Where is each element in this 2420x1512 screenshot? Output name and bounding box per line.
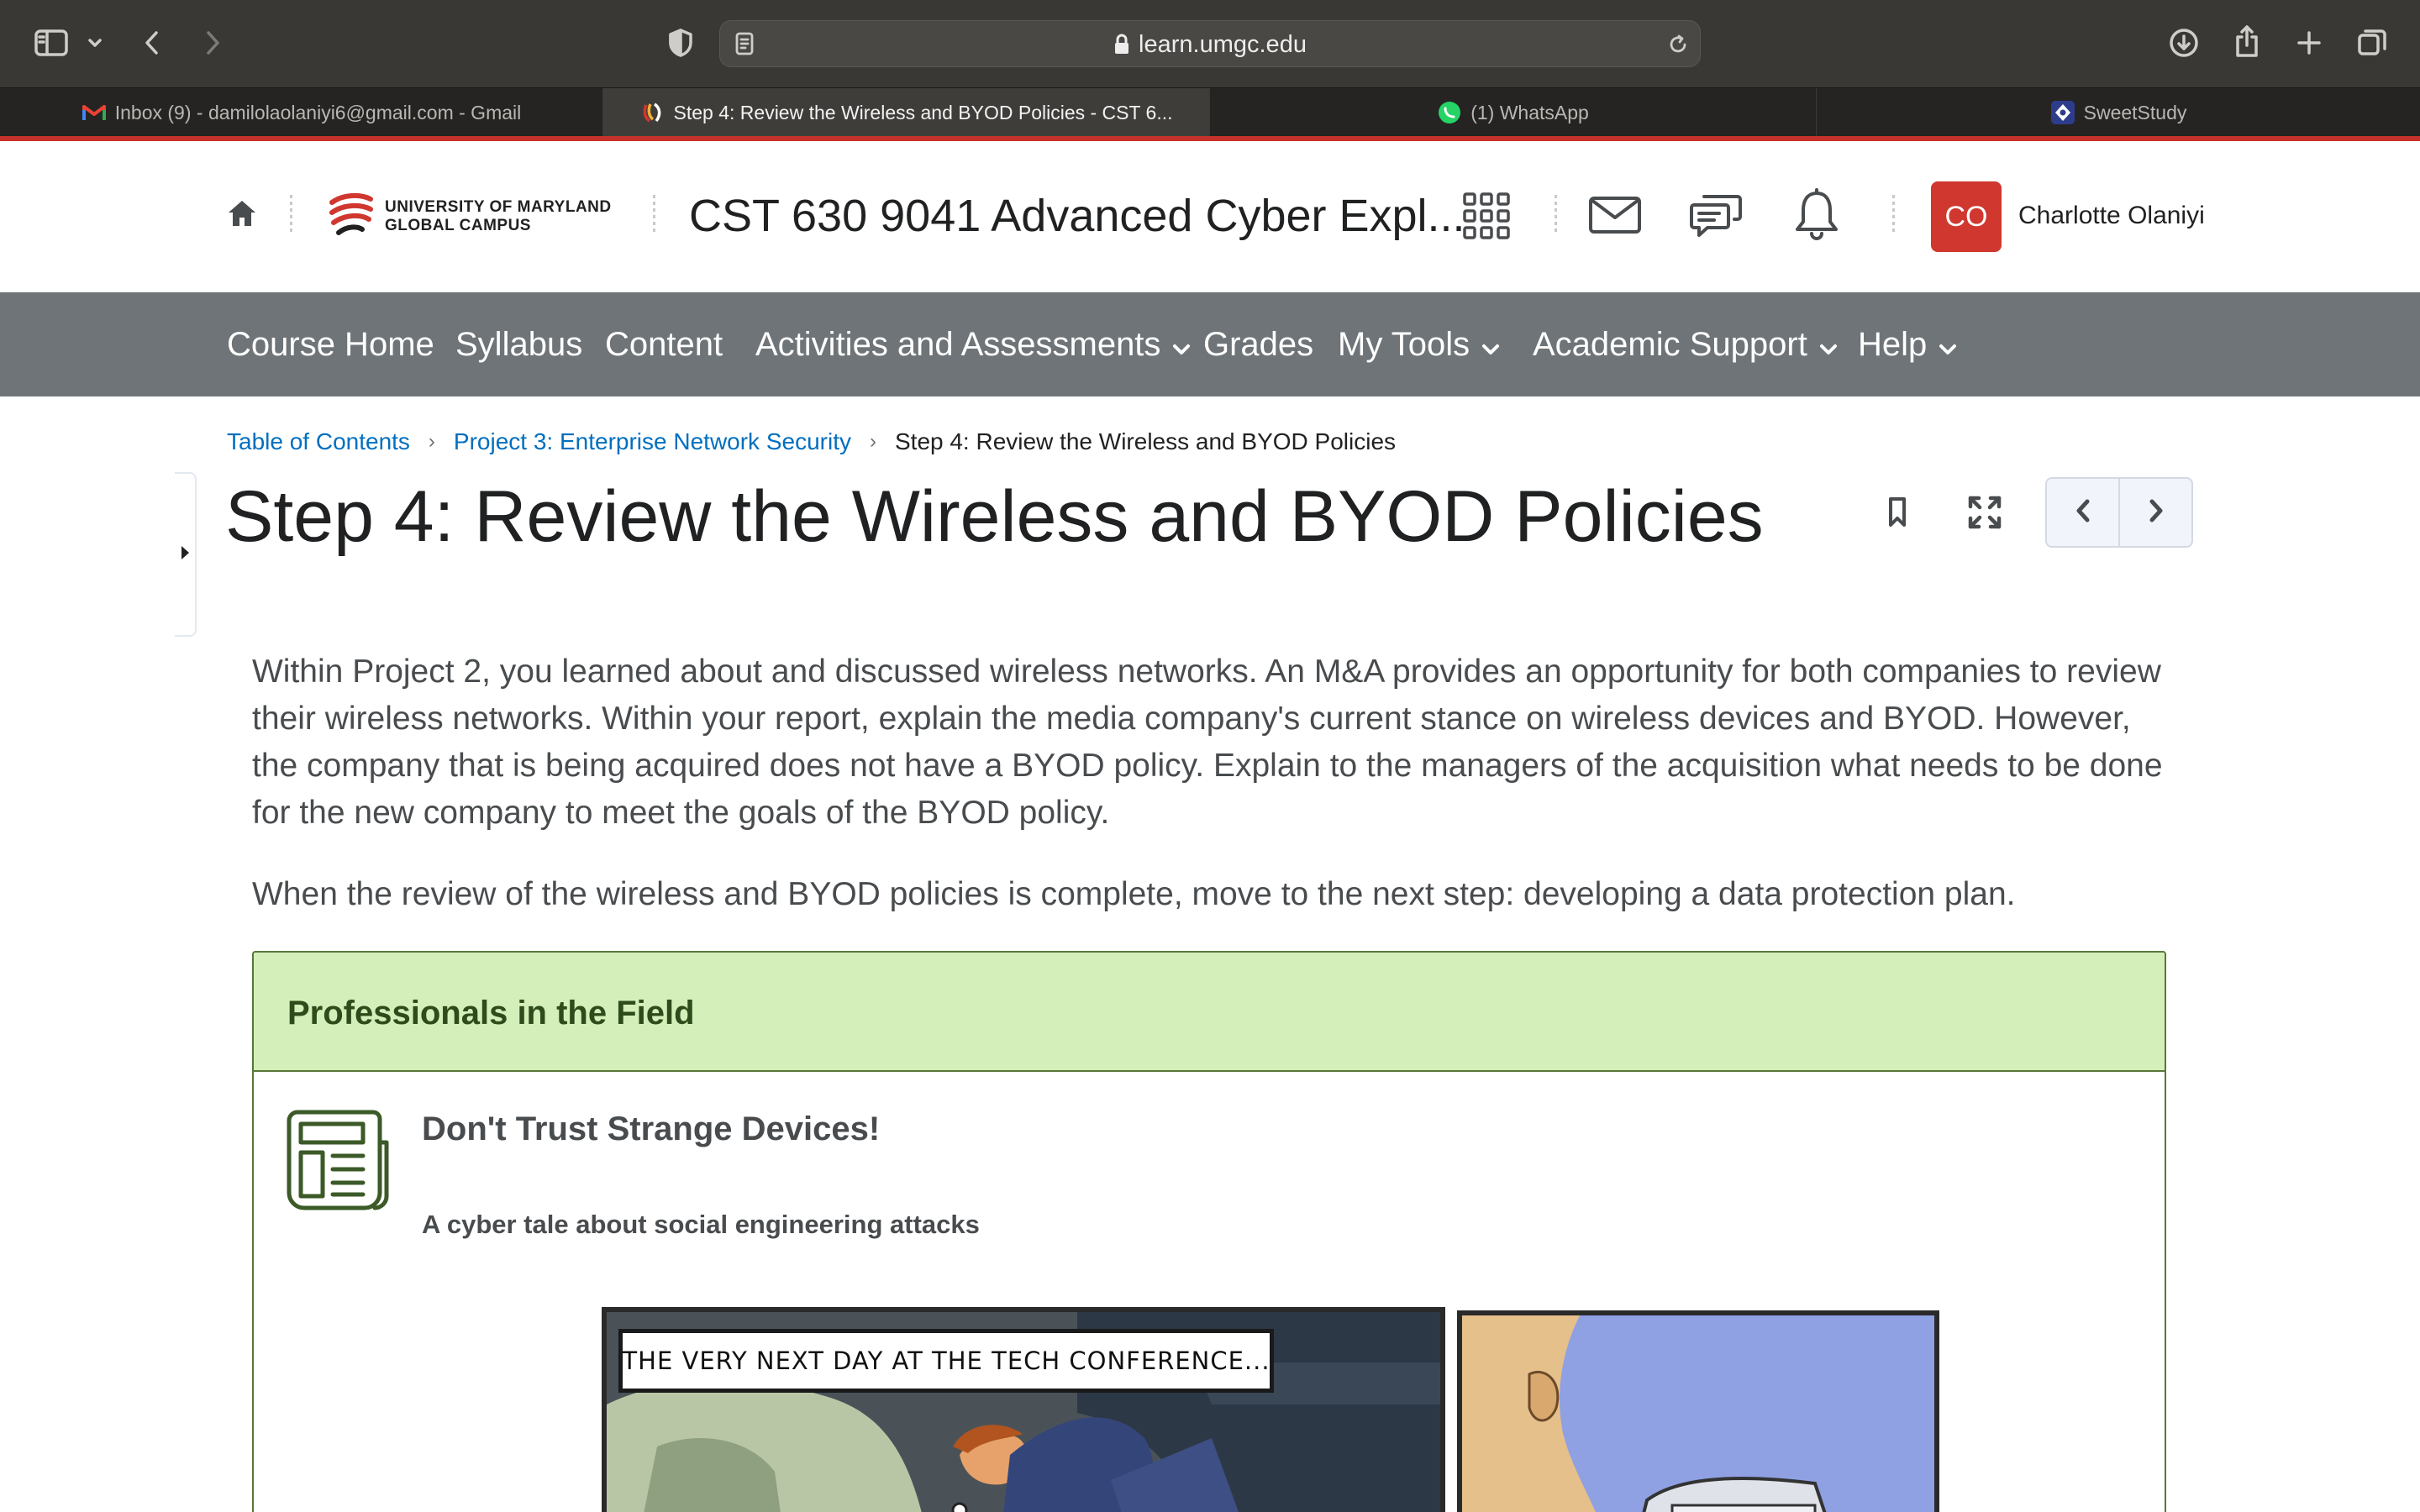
callout-header: Professionals in the Field bbox=[254, 953, 2165, 1072]
sidebar-toggle-icon[interactable] bbox=[32, 25, 71, 60]
downloads-icon[interactable] bbox=[2166, 25, 2202, 60]
user-name[interactable]: Charlotte Olaniyi bbox=[2018, 202, 2205, 230]
comic-caption: THE VERY NEXT DAY AT THE TECH CONFERENCE… bbox=[618, 1329, 1274, 1393]
course-selector-grid-icon[interactable] bbox=[1460, 190, 1512, 242]
new-tab-icon[interactable] bbox=[2292, 25, 2326, 60]
tab-whatsapp[interactable]: (1) WhatsApp bbox=[1210, 88, 1817, 137]
nav-syllabus[interactable]: Syllabus bbox=[455, 292, 582, 396]
header-divider bbox=[290, 195, 292, 234]
breadcrumb-separator-icon: › bbox=[428, 430, 435, 453]
comic-panel-1: THE VERY NEXT DAY AT THE TECH CONFERENCE… bbox=[602, 1307, 1445, 1512]
nav-my-tools[interactable]: My Tools bbox=[1338, 292, 1500, 396]
comic-strip-image: THE VERY NEXT DAY AT THE TECH CONFERENCE… bbox=[602, 1305, 1939, 1512]
tab-umgc-step4[interactable]: Step 4: Review the Wireless and BYOD Pol… bbox=[603, 88, 1210, 137]
chevron-down-icon[interactable] bbox=[84, 30, 106, 55]
notifications-bell-icon[interactable] bbox=[1791, 186, 1842, 242]
browser-toolbar: learn.umgc.edu bbox=[0, 0, 2420, 87]
chevron-right-icon bbox=[2148, 498, 2165, 528]
next-topic-button[interactable] bbox=[2118, 479, 2191, 546]
caret-right-icon bbox=[180, 544, 190, 565]
nav-label: Academic Support bbox=[1533, 325, 1807, 363]
logo-line-1: UNIVERSITY OF MARYLAND bbox=[385, 198, 612, 216]
nav-content[interactable]: Content bbox=[605, 292, 723, 396]
tab-label: SweetStudy bbox=[2083, 101, 2187, 123]
user-avatar[interactable]: CO bbox=[1931, 181, 2002, 252]
discussions-chat-icon[interactable] bbox=[1687, 188, 1744, 242]
nav-label: Help bbox=[1858, 325, 1928, 363]
callout-item-subtitle: A cyber tale about social engineering at… bbox=[422, 1210, 980, 1239]
breadcrumb-separator-icon: › bbox=[869, 430, 876, 453]
nav-course-home[interactable]: Course Home bbox=[227, 292, 434, 396]
gmail-icon bbox=[82, 100, 107, 125]
fullscreen-icon[interactable] bbox=[1965, 492, 2005, 533]
course-header: UNIVERSITY OF MARYLAND GLOBAL CAMPUS CST… bbox=[0, 141, 2420, 292]
umgc-logo-mark-icon bbox=[326, 190, 376, 242]
tab-strip: Inbox (9) - damilolaolaniyi6@gmail.com -… bbox=[0, 87, 2420, 137]
header-divider bbox=[653, 195, 655, 234]
callout-title: Professionals in the Field bbox=[287, 995, 695, 1032]
comic-panel-2 bbox=[1457, 1310, 1939, 1512]
header-divider bbox=[1892, 195, 1895, 234]
nav-help[interactable]: Help bbox=[1858, 292, 1957, 396]
mail-icon[interactable] bbox=[1586, 193, 1644, 237]
privacy-shield-icon[interactable] bbox=[664, 25, 697, 60]
nav-label: Course Home bbox=[227, 325, 434, 363]
newspaper-icon bbox=[286, 1109, 390, 1217]
nav-label: Content bbox=[605, 325, 723, 363]
whatsapp-icon bbox=[1437, 100, 1462, 125]
umgc-icon bbox=[640, 100, 666, 125]
chevron-down-icon bbox=[1819, 326, 1838, 364]
tab-overview-icon[interactable] bbox=[2354, 25, 2390, 60]
lock-icon bbox=[1113, 34, 1130, 55]
page-title: Step 4: Review the Wireless and BYOD Pol… bbox=[225, 476, 1764, 557]
body-paragraph: Within Project 2, you learned about and … bbox=[252, 654, 2163, 831]
forward-icon[interactable] bbox=[198, 25, 227, 60]
tab-label: (1) WhatsApp bbox=[1470, 101, 1589, 123]
umgc-logo-text: UNIVERSITY OF MARYLAND GLOBAL CAMPUS bbox=[385, 198, 612, 235]
nav-grades[interactable]: Grades bbox=[1203, 292, 1313, 396]
breadcrumb: Table of Contents › Project 3: Enterpris… bbox=[227, 428, 1396, 455]
tab-label: Inbox (9) - damilolaolaniyi6@gmail.com -… bbox=[114, 101, 522, 123]
callout-item-title[interactable]: Don't Trust Strange Devices! bbox=[422, 1110, 880, 1148]
chevron-down-icon bbox=[1172, 326, 1191, 364]
previous-topic-button[interactable] bbox=[2047, 479, 2118, 546]
back-icon[interactable] bbox=[138, 25, 166, 60]
logo-line-2: GLOBAL CAMPUS bbox=[385, 217, 531, 234]
course-title[interactable]: CST 630 9041 Advanced Cyber Expl... bbox=[689, 190, 1465, 242]
nav-label: Grades bbox=[1203, 325, 1314, 363]
home-icon[interactable] bbox=[222, 193, 262, 234]
body-paragraph: When the review of the wireless and BYOD… bbox=[252, 876, 2016, 912]
nav-label: My Tools bbox=[1338, 325, 1470, 363]
toc-panel-toggle[interactable] bbox=[175, 472, 197, 637]
sweetstudy-icon bbox=[2050, 100, 2075, 125]
chevron-down-icon bbox=[1481, 326, 1500, 364]
address-bar[interactable]: learn.umgc.edu bbox=[719, 20, 1701, 67]
nav-academic-support[interactable]: Academic Support bbox=[1533, 292, 1838, 396]
chevron-down-icon bbox=[1939, 326, 1957, 364]
breadcrumb-table-of-contents[interactable]: Table of Contents bbox=[227, 428, 410, 455]
header-divider bbox=[1555, 195, 1557, 234]
reload-icon[interactable] bbox=[1665, 31, 1691, 58]
bookmark-icon[interactable] bbox=[1882, 492, 1912, 533]
breadcrumb-current: Step 4: Review the Wireless and BYOD Pol… bbox=[894, 428, 1397, 454]
share-icon[interactable] bbox=[2230, 22, 2264, 60]
chevron-left-icon bbox=[2075, 498, 2091, 528]
nav-activities-and-assessments[interactable]: Activities and Assessments bbox=[755, 292, 1191, 396]
tab-label: Step 4: Review the Wireless and BYOD Pol… bbox=[673, 101, 1173, 123]
tab-gmail[interactable]: Inbox (9) - damilolaolaniyi6@gmail.com -… bbox=[0, 88, 603, 137]
nav-label: Syllabus bbox=[455, 325, 583, 363]
url-text: learn.umgc.edu bbox=[1139, 30, 1307, 58]
breadcrumb-project-3[interactable]: Project 3: Enterprise Network Security bbox=[454, 428, 851, 455]
tab-sweetstudy[interactable]: SweetStudy bbox=[1817, 88, 2420, 137]
nav-label: Activities and Assessments bbox=[755, 325, 1161, 363]
topic-pager bbox=[2045, 477, 2193, 548]
course-navbar: Course Home Syllabus Content Activities … bbox=[0, 292, 2420, 396]
